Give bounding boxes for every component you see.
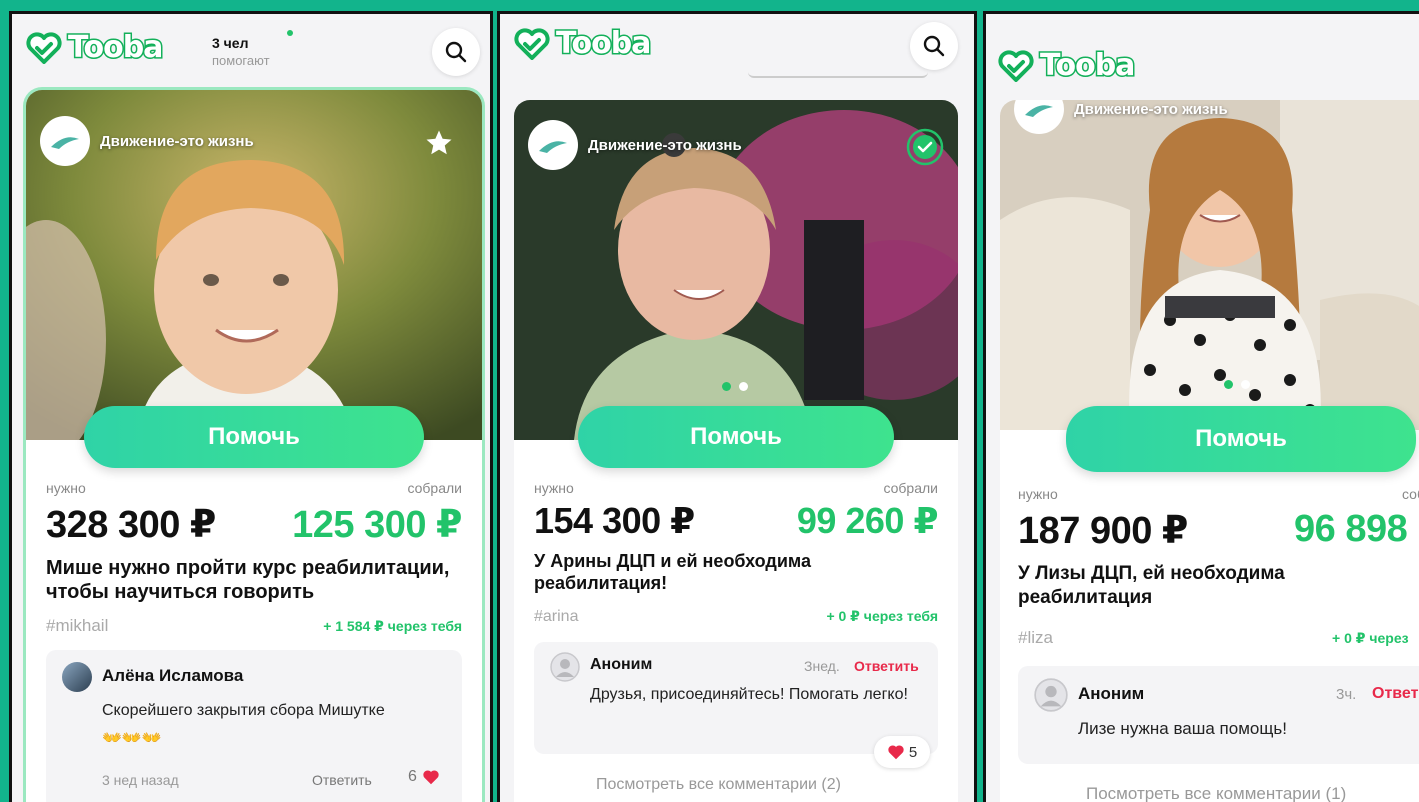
org-badge[interactable]: Движение-это жизнь: [528, 120, 742, 170]
tooba-logo[interactable]: Tooba: [514, 25, 653, 63]
collected-amount: 99 260 ₽: [796, 500, 939, 541]
logo-wordmark: Tooba: [66, 29, 164, 67]
anonymous-avatar-icon[interactable]: [1034, 678, 1068, 712]
view-all-comments-link[interactable]: Посмотреть все комментарии (2): [596, 776, 841, 794]
feed-panel-1: Tooba 3 чел помогают Движение-это жизнь …: [12, 14, 490, 802]
comment-author[interactable]: Аноним: [590, 656, 652, 674]
feed-panel-2: Tooba Движение-это жизнь Помочь нужно со…: [500, 14, 974, 802]
reply-button[interactable]: Ответ: [1372, 685, 1418, 703]
helpers-label: помогают: [212, 53, 270, 68]
hashtag[interactable]: #liza: [1018, 628, 1053, 648]
need-label: нужно: [1018, 486, 1058, 502]
via-you-amount: + 0 ₽ через: [1332, 630, 1409, 646]
org-name: Движение-это жизнь: [588, 136, 742, 154]
help-button[interactable]: Помочь: [84, 406, 424, 468]
tooba-logo[interactable]: Tooba: [26, 29, 165, 67]
comment-time: 3ч.: [1336, 686, 1357, 703]
tab-indicator: [748, 72, 928, 78]
heart-check-icon: [998, 49, 1034, 82]
org-badge[interactable]: Движение-это жизнь: [40, 116, 254, 166]
like-counter[interactable]: 6: [408, 768, 440, 786]
comment-text: Скорейшего закрытия сбора Мишутке: [102, 702, 385, 719]
need-label: нужно: [534, 480, 574, 496]
helpers-counter: 3 чел помогают: [212, 34, 270, 70]
heart-check-icon: [26, 31, 62, 64]
pager-dot[interactable]: [1241, 380, 1250, 389]
check-circle-icon[interactable]: [906, 128, 944, 166]
collected-label: собрали: [883, 480, 938, 496]
org-avatar: [528, 120, 578, 170]
collected-amount: 96 898: [1294, 508, 1408, 550]
avatar[interactable]: [62, 662, 92, 692]
helpers-count: 3 чел: [212, 35, 249, 51]
online-indicator: [287, 30, 293, 36]
star-icon[interactable]: [424, 128, 454, 158]
need-label: нужно: [46, 480, 86, 496]
need-amount: 154 300 ₽: [534, 500, 695, 541]
via-you-amount: + 1 584 ₽ через тебя: [323, 618, 462, 634]
heart-icon: [423, 770, 439, 785]
photo-pager[interactable]: [722, 382, 748, 391]
search-button[interactable]: [432, 28, 480, 76]
comment-time: Знед.: [804, 658, 840, 674]
pager-dot-active[interactable]: [1224, 380, 1233, 389]
tooba-logo[interactable]: Tooba: [998, 47, 1137, 85]
help-button[interactable]: Помочь: [578, 406, 894, 468]
collected-label: собрали: [407, 480, 462, 496]
comment-item: Алёна Исламова Скорейшего закрытия сбора…: [46, 650, 462, 802]
fundraiser-title: У Лизы ДЦП, ей необходима реабилитация: [1018, 563, 1285, 608]
comment-text: Друзья, присоединяйтесь! Помогать легко!: [590, 686, 908, 703]
child-photo[interactable]: [1000, 100, 1419, 430]
hashtag[interactable]: #mikhail: [46, 616, 108, 636]
pager-dot[interactable]: [739, 382, 748, 391]
fundraiser-card[interactable]: Движение-это жизнь Помочь нужно соб 187 …: [1000, 100, 1419, 802]
pager-dot-active[interactable]: [722, 382, 731, 391]
collected-amount: 125 300 ₽: [292, 504, 462, 546]
anonymous-avatar-icon[interactable]: [550, 652, 580, 682]
comment-time: 3 нед назад: [102, 772, 179, 788]
comment-author[interactable]: Аноним: [1078, 684, 1144, 704]
org-name: Движение-это жизнь: [100, 132, 254, 150]
fundraiser-card[interactable]: Движение-это жизнь Помочь нужно собрали …: [26, 90, 482, 802]
heart-check-icon: [514, 27, 550, 60]
fundraiser-title: Мише нужно пройти курс реабилитации, что…: [46, 557, 450, 603]
heart-icon: [888, 745, 904, 760]
org-badge[interactable]: Движение-это жизнь: [1014, 100, 1228, 134]
search-icon: [445, 41, 467, 63]
collected-label: соб: [1402, 486, 1419, 502]
comment-emoji: 👐👐👐: [102, 730, 162, 747]
reply-button[interactable]: Ответить: [854, 658, 919, 674]
org-avatar: [1014, 100, 1064, 134]
fundraiser-card[interactable]: Движение-это жизнь Помочь нужно собрали …: [514, 100, 958, 802]
logo-wordmark: Tooba: [1038, 47, 1136, 85]
like-counter[interactable]: 5: [874, 736, 930, 768]
search-icon: [923, 35, 945, 57]
comment-item: Аноним Знед. Ответить Друзья, присоединя…: [534, 642, 938, 754]
like-count: 5: [908, 743, 918, 761]
help-button[interactable]: Помочь: [1066, 406, 1416, 472]
feed-panel-3: Tooba Движение-это жизнь Помочь нужно со…: [986, 14, 1419, 802]
logo-wordmark: Tooba: [554, 25, 652, 63]
reply-button[interactable]: Ответить: [312, 772, 372, 788]
view-all-comments-link[interactable]: Посмотреть все комментарии (1): [1086, 784, 1346, 802]
org-avatar: [40, 116, 90, 166]
like-count: 6: [408, 768, 417, 785]
comment-text: Лизе нужна ваша помощь!: [1078, 719, 1287, 738]
via-you-amount: + 0 ₽ через тебя: [826, 608, 938, 624]
need-amount: 328 300 ₽: [46, 504, 216, 546]
fundraiser-title: У Арины ДЦП и ей необходима реабилитация…: [534, 551, 812, 593]
hashtag[interactable]: #arina: [534, 608, 578, 626]
photo-pager[interactable]: [1224, 380, 1250, 389]
need-amount: 187 900 ₽: [1018, 510, 1188, 552]
comment-author[interactable]: Алёна Исламова: [102, 666, 243, 686]
org-name: Движение-это жизнь: [1074, 100, 1228, 118]
search-button[interactable]: [910, 22, 958, 70]
comment-item: Аноним 3ч. Ответ Лизе нужна ваша помощь!: [1018, 666, 1419, 764]
